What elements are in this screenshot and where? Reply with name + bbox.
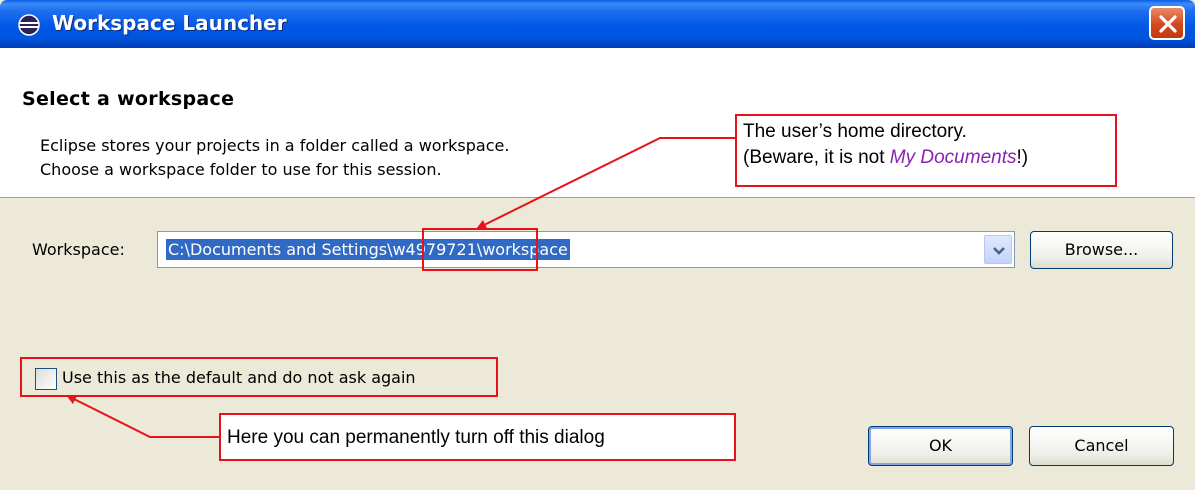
callout-line: (Beware, it is not My Documents!) (743, 145, 1109, 171)
ok-button[interactable]: OK (868, 426, 1013, 466)
home-directory-callout: The user’s home directory. (Beware, it i… (735, 114, 1117, 187)
callout-text: !) (1016, 147, 1029, 168)
header-title: Select a workspace (22, 88, 235, 110)
workspace-label: Workspace: (32, 240, 125, 259)
cancel-button[interactable]: Cancel (1029, 426, 1174, 466)
title-bar[interactable]: Workspace Launcher (0, 0, 1195, 48)
callout-emphasis: My Documents (889, 147, 1017, 168)
header-description: Eclipse stores your projects in a folder… (40, 134, 509, 182)
disable-dialog-callout: Here you can permanently turn off this d… (219, 413, 736, 461)
callout-line: The user’s home directory. (743, 121, 967, 142)
checkbox-highlight-box (20, 357, 498, 397)
callout-text: (Beware, it is not (743, 147, 890, 168)
workspace-dropdown-button[interactable] (984, 235, 1012, 264)
workspace-combo-box[interactable]: C:\Documents and Settings\w4979721\works… (157, 231, 1015, 268)
header-description-line: Eclipse stores your projects in a folder… (40, 136, 510, 155)
checkbox-arrow (66, 395, 219, 438)
browse-button[interactable]: Browse... (1030, 231, 1173, 269)
header-description-line: Choose a workspace folder to use for thi… (40, 160, 442, 179)
eclipse-icon (18, 14, 40, 36)
window-title: Workspace Launcher (52, 11, 287, 35)
close-button[interactable] (1149, 6, 1185, 40)
username-highlight-box (422, 228, 538, 271)
workspace-launcher-dialog: Workspace Launcher Select a workspace Ec… (0, 0, 1195, 490)
